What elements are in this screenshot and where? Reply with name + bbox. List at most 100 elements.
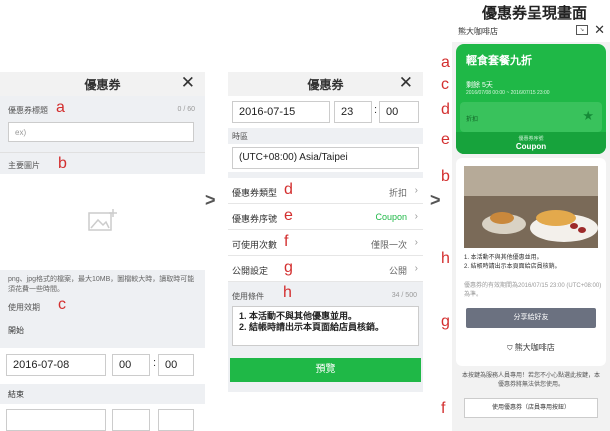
end-datetime: 2016-07-15 23 : 00 bbox=[228, 96, 423, 128]
close-icon[interactable]: ✕ bbox=[181, 73, 195, 93]
setting-value: 公開 bbox=[388, 266, 407, 276]
char-counter: 0 / 60 bbox=[177, 106, 195, 113]
shop-footer: ⛉ 熊大咖啡店 bbox=[456, 342, 606, 353]
image-placeholder-icon bbox=[88, 209, 117, 231]
shield-icon: ⛉ bbox=[507, 345, 513, 352]
end-datetime-partial bbox=[0, 404, 205, 431]
end-min-input[interactable]: 00 bbox=[379, 101, 419, 123]
validity-label: 使用效期 bbox=[8, 303, 40, 312]
setting-row[interactable]: 可使用次數 f 僅限一次 › bbox=[228, 230, 423, 256]
annotation-h: h bbox=[441, 250, 450, 267]
terms-textarea[interactable]: 1. 本活動不與其他優惠並用。 2. 結帳時請出示本頁面給店員核銷。 bbox=[232, 306, 419, 346]
setting-label: 公開設定 bbox=[232, 266, 269, 276]
image-upload-area[interactable] bbox=[0, 174, 205, 270]
end-hour-input[interactable]: 23 bbox=[334, 101, 372, 123]
annotation-f: f bbox=[441, 400, 446, 417]
shop-footer-name: 熊大咖啡店 bbox=[514, 343, 555, 352]
setting-value: 僅限一次 bbox=[370, 240, 407, 250]
annotation-c: c bbox=[441, 76, 449, 93]
coupon-title-section: 優惠券標題 a 0 / 60 ex) bbox=[0, 96, 205, 152]
annotation-b: b bbox=[58, 155, 67, 172]
validity-note: 優惠券的有效期間為2016/07/15 23:00 (UTC+08:00)為準。 bbox=[464, 283, 602, 298]
annotation-a: a bbox=[441, 54, 450, 71]
setting-row[interactable]: 優惠券類型 d 折扣 › bbox=[228, 178, 423, 204]
terms-line-2: 2. 結帳時請出示本頁面給店員核銷。 bbox=[239, 322, 385, 332]
coupon-card: 輕食套餐九折 剩餘 5天 2016/07/08 00:00 ~ 2016/07/… bbox=[456, 44, 606, 154]
terms-line-1: 1. 本活動不與其他優惠並用。 bbox=[239, 311, 358, 321]
setting-row[interactable]: 優惠券序號 e Coupon › bbox=[228, 204, 423, 230]
image-note: png、jpg格式的檔案，最大10MB，圖檔較大時，讀取時可能須花費一些時間。 bbox=[8, 276, 195, 293]
annotation-g: g bbox=[284, 259, 293, 276]
close-icon[interactable]: ✕ bbox=[399, 73, 413, 93]
chevron-right-icon: › bbox=[414, 185, 418, 196]
share-button[interactable]: 分享給好友 bbox=[466, 308, 596, 328]
start-hour-input[interactable]: 00 bbox=[112, 354, 150, 376]
preview-header: 熊大咖啡店 ↘ ✕ bbox=[452, 20, 610, 42]
staff-note: 本按鍵為服務人員專用！若您不小心點選此按鍵，本優惠券將無法供您使用。 bbox=[461, 373, 600, 388]
coupon-detail-card: 1. 本活動不與其他優惠並用。 2. 結帳時請出示本頁面給店員核銷。 優惠券的有… bbox=[456, 158, 606, 366]
setting-value: Coupon bbox=[375, 212, 407, 222]
panel-title: 優惠券 bbox=[84, 78, 121, 92]
setting-label: 優惠券類型 bbox=[232, 188, 278, 198]
timezone-select[interactable]: (UTC+08:00) Asia/Taipei bbox=[232, 147, 419, 169]
time-colon: : bbox=[374, 104, 378, 116]
coupon-preview-panel: 熊大咖啡店 ↘ ✕ 輕食套餐九折 剩餘 5天 2016/07/08 00:00 … bbox=[452, 20, 610, 431]
start-date-input[interactable]: 2016-07-08 bbox=[6, 354, 106, 376]
start-min-input[interactable]: 00 bbox=[158, 354, 194, 376]
food-photo bbox=[464, 166, 598, 248]
preview-terms: 1. 本活動不與其他優惠並用。 2. 結帳時請出示本頁面給店員核銷。 bbox=[464, 254, 600, 272]
coupon-edit-panel-1: 優惠券 ✕ 優惠券標題 a 0 / 60 ex) 主要圖片 b png、jpg格… bbox=[0, 72, 205, 431]
coupon-name: 輕食套餐九折 bbox=[466, 55, 532, 67]
chevron-right-icon: › bbox=[414, 211, 418, 222]
coupon-type-box: 折扣 ★ bbox=[460, 102, 602, 132]
timezone-label: 時區 bbox=[232, 132, 248, 141]
timezone-row: (UTC+08:00) Asia/Taipei bbox=[228, 144, 423, 172]
setting-label: 優惠券序號 bbox=[232, 214, 278, 224]
chevron-right-icon: › bbox=[414, 263, 418, 274]
shop-name: 熊大咖啡店 bbox=[458, 27, 498, 36]
end-hour-input[interactable] bbox=[112, 409, 150, 431]
use-coupon-button[interactable]: 使用優惠券（店員專用按鈕） bbox=[464, 398, 598, 418]
annotation-d: d bbox=[441, 101, 450, 118]
annotation-g: g bbox=[441, 313, 450, 330]
serial-value: Coupon bbox=[515, 142, 547, 151]
end-date-input[interactable]: 2016-07-15 bbox=[232, 101, 330, 123]
preview-terms-line-1: 1. 本活動不與其他優惠並用。 bbox=[464, 255, 543, 261]
preview-terms-line-2: 2. 結帳時請出示本頁面給店員核銷。 bbox=[464, 264, 561, 270]
time-colon: : bbox=[153, 357, 157, 369]
panel-header: 優惠券 ✕ bbox=[0, 72, 205, 96]
main-image-label: 主要圖片 bbox=[8, 161, 40, 170]
annotation-c: c bbox=[58, 296, 66, 313]
coupon-period: 2016/07/08 00:00 ~ 2016/07/15 23:00 bbox=[466, 90, 550, 96]
end-min-input[interactable] bbox=[158, 409, 194, 431]
annotation-e: e bbox=[284, 207, 293, 224]
close-icon[interactable]: ✕ bbox=[594, 22, 605, 38]
panel-header: 優惠券 ✕ bbox=[228, 72, 423, 96]
coupon-title-label: 優惠券標題 bbox=[8, 106, 48, 115]
timezone-label-section: 時區 bbox=[228, 128, 423, 144]
end-date-input[interactable] bbox=[6, 409, 106, 431]
start-label: 開始 bbox=[8, 326, 24, 335]
annotation-a: a bbox=[56, 99, 65, 116]
start-datetime: 2016-07-08 00 : 00 bbox=[0, 348, 205, 384]
end-label: 結束 bbox=[8, 390, 24, 399]
arrow-2: > bbox=[430, 190, 441, 210]
setting-row[interactable]: 公開設定 g 公開 › bbox=[228, 256, 423, 282]
screen-icon[interactable]: ↘ bbox=[576, 25, 588, 35]
annotation-d: d bbox=[284, 181, 293, 198]
validity-section: png、jpg格式的檔案，最大10MB，圖檔較大時，讀取時可能須花費一些時間。 … bbox=[0, 270, 205, 348]
panel-title: 優惠券 bbox=[307, 78, 344, 92]
annotation-h: h bbox=[283, 284, 292, 301]
terms-counter: 34 / 500 bbox=[391, 292, 417, 299]
star-icon: ★ bbox=[582, 108, 594, 123]
coupon-title-input[interactable]: ex) bbox=[8, 122, 194, 142]
serial-label: 優惠券序號 bbox=[518, 136, 544, 142]
terms-label: 使用條件 bbox=[232, 292, 264, 301]
end-label-section: 結束 bbox=[0, 384, 205, 404]
serial-box: 優惠券序號 Coupon bbox=[456, 132, 606, 154]
remaining-days: 剩餘 5天 bbox=[466, 82, 493, 89]
annotation-f: f bbox=[284, 233, 289, 250]
preview-button[interactable]: 預覽 bbox=[230, 358, 421, 382]
chevron-right-icon: › bbox=[414, 237, 418, 248]
terms-section: 使用條件 h 34 / 500 1. 本活動不與其他優惠並用。 2. 結帳時請出… bbox=[228, 282, 423, 392]
